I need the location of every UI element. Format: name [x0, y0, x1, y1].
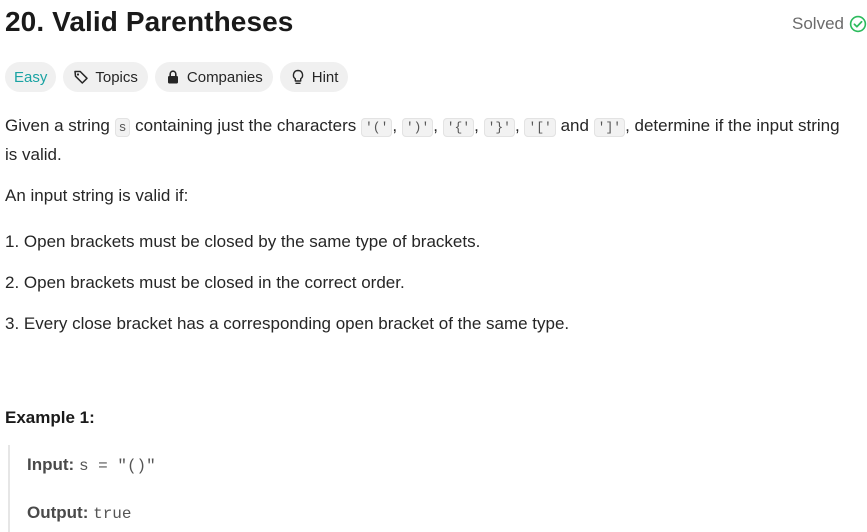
lock-icon: [167, 70, 178, 84]
description-paragraph-2: An input string is valid if:: [5, 186, 189, 205]
solved-label: Solved: [792, 14, 844, 33]
inline-code-char: '}': [483, 118, 515, 137]
inline-code-char: ')': [401, 118, 434, 137]
example-border: [8, 445, 10, 532]
companies-button[interactable]: Companies: [154, 62, 273, 92]
inline-code-char: '[': [524, 118, 556, 137]
tag-icon: [74, 70, 89, 84]
desc-text: containing just the characters: [130, 116, 361, 135]
output-value: true: [93, 505, 132, 523]
solved-status: Solved: [792, 14, 867, 34]
rule-item: 3. Every close bracket has a correspondi…: [5, 314, 570, 333]
companies-label: Companies: [186, 68, 263, 86]
inline-code-s: s: [114, 118, 131, 137]
hint-label: Hint: [311, 68, 339, 86]
rule-item: 2. Open brackets must be closed in the c…: [5, 273, 405, 292]
output-label: Output:: [27, 503, 89, 522]
inline-code-char: ']': [593, 118, 626, 137]
rule-item: 1. Open brackets must be closed by the s…: [5, 232, 481, 251]
input-label: Input:: [27, 455, 75, 474]
tag-row: Easy Topics Companies Hint: [5, 62, 349, 92]
input-value: s = "()": [78, 457, 156, 475]
difficulty-badge: Easy: [5, 62, 57, 92]
description-paragraph-1: Given a string s containing just the cha…: [5, 112, 855, 168]
example-title: Example 1:: [5, 408, 95, 427]
difficulty-label: Easy: [14, 68, 48, 86]
desc-text: Given a string: [5, 116, 115, 135]
separator: and: [555, 116, 594, 135]
topics-label: Topics: [95, 68, 138, 86]
inline-code-char: '(': [361, 118, 393, 137]
inline-code-char: '{': [442, 118, 475, 137]
problem-title: 20. Valid Parentheses: [5, 6, 294, 37]
problem-description: Given a string s containing just the cha…: [5, 112, 855, 168]
example-input: Input: s = "()": [27, 455, 156, 475]
hint-button[interactable]: Hint: [279, 62, 349, 92]
check-circle-icon: [849, 15, 867, 33]
separator: ,: [474, 116, 484, 135]
example-output: Output: true: [27, 503, 132, 523]
separator: ,: [433, 116, 443, 135]
topics-button[interactable]: Topics: [63, 62, 148, 92]
separator: ,: [392, 116, 402, 135]
title-row: 20. Valid Parentheses Solved: [5, 6, 867, 42]
lightbulb-icon: [292, 69, 303, 84]
